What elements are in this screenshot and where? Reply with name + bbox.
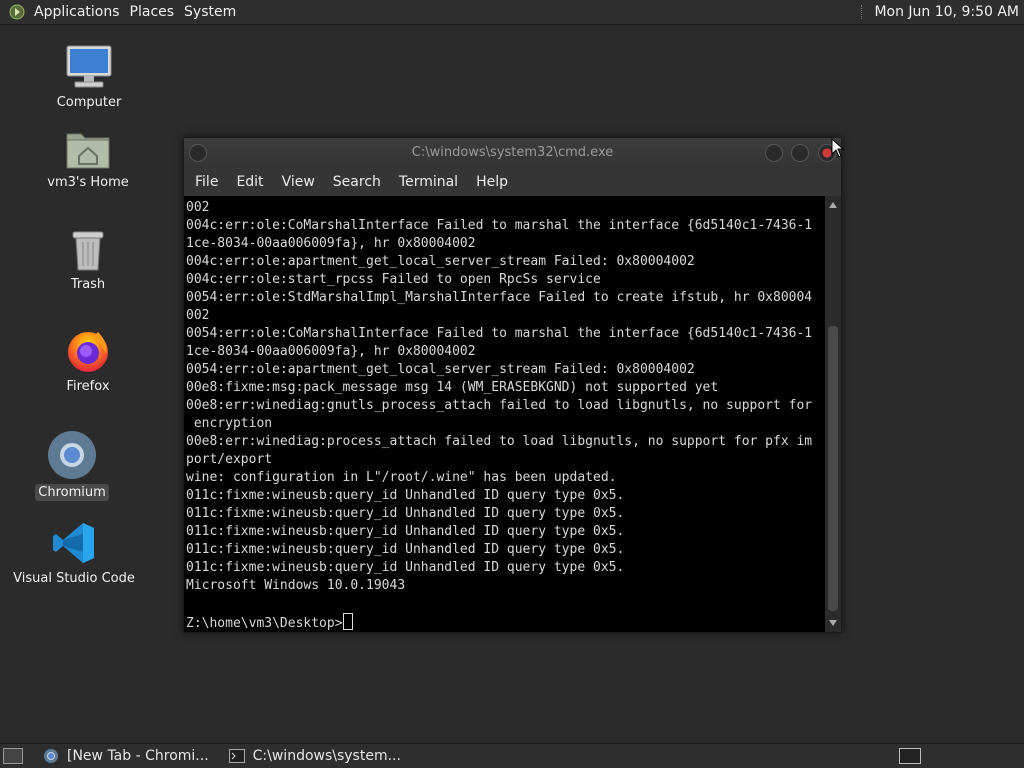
terminal-scrollbar[interactable] — [825, 196, 841, 632]
workspace-switcher[interactable] — [899, 748, 921, 764]
scroll-up-icon[interactable] — [829, 202, 837, 208]
show-desktop-button[interactable] — [3, 748, 23, 764]
window-titlebar[interactable]: C:\windows\system32\cmd.exe — [184, 138, 841, 168]
places-menu[interactable]: Places — [128, 4, 183, 20]
mouse-pointer-icon — [831, 138, 845, 158]
terminal-icon — [228, 748, 245, 764]
terminal-line: 00e8:fixme:msg:pack_message msg 14 (WM_E… — [186, 380, 719, 395]
taskbar-item-terminal[interactable]: C:\windows\system... — [223, 745, 407, 767]
menu-help[interactable]: Help — [467, 174, 517, 190]
desktop-icon-label: Computer — [56, 95, 122, 110]
terminal-line: 004c:err:ole:CoMarshalInterface Failed t… — [186, 218, 813, 233]
menu-search[interactable]: Search — [324, 174, 390, 190]
taskbar-item-label: [New Tab - Chromi... — [67, 748, 209, 764]
desktop-icon-vscode[interactable]: Visual Studio Code — [13, 520, 135, 587]
text-cursor — [342, 613, 353, 630]
terminal-line: 004c:err:ole:apartment_get_local_server_… — [186, 254, 695, 269]
desktop-icon-computer[interactable]: Computer — [54, 44, 124, 111]
terminal-line: encryption — [186, 416, 273, 431]
vscode-icon — [53, 523, 94, 563]
window-title: C:\windows\system32\cmd.exe — [411, 145, 614, 160]
terminal-line: 0054:err:ole:CoMarshalInterface Failed t… — [186, 326, 813, 341]
desktop-icon-label: Trash — [70, 277, 106, 292]
desktop-icon-label: Firefox — [66, 379, 110, 394]
menu-edit[interactable]: Edit — [227, 174, 272, 190]
system-menu[interactable]: System — [182, 4, 244, 20]
desktop-icon-label: Visual Studio Code — [13, 571, 135, 586]
terminal-line: 0054:err:ole:apartment_get_local_server_… — [186, 362, 695, 377]
terminal-prompt[interactable]: Z:\home\vm3\Desktop> — [186, 613, 825, 632]
terminal-line: 011c:fixme:wineusb:query_id Unhandled ID… — [186, 560, 625, 575]
terminal-line: 1ce-8034-00aa006009fa}, hr 0x80004002 — [186, 344, 476, 359]
firefox-icon — [68, 332, 108, 372]
clock[interactable]: Mon Jun 10, 9:50 AM — [874, 4, 1024, 20]
terminal-line: 002 — [186, 308, 210, 323]
taskbar-item-chromium[interactable]: [New Tab - Chromi... — [37, 745, 215, 767]
top-panel: Applications Places System Mon Jun 10, 9… — [0, 0, 1024, 25]
desktop-icon-firefox[interactable]: Firefox — [58, 326, 118, 395]
bottom-taskbar: [New Tab - Chromi... C:\windows\system..… — [0, 743, 1024, 768]
taskbar-item-label: C:\windows\system... — [252, 748, 401, 764]
terminal-line: 0054:err:ole:StdMarshalImpl_MarshalInter… — [186, 290, 813, 305]
terminal-line: 011c:fixme:wineusb:query_id Unhandled ID… — [186, 488, 625, 503]
desktop-icon-trash[interactable]: Trash — [58, 228, 118, 293]
terminal-line: Microsoft Windows 10.0.19043 — [186, 578, 406, 593]
scroll-down-icon[interactable] — [829, 620, 837, 626]
desktop-icon-home[interactable]: vm3's Home — [47, 128, 129, 191]
desktop-icon-chromium[interactable]: Chromium — [35, 430, 109, 501]
terminal-window[interactable]: C:\windows\system32\cmd.exe File Edit Vi… — [183, 137, 842, 633]
menu-file[interactable]: File — [186, 174, 227, 190]
terminal-line: wine: configuration in L"/root/.wine" ha… — [186, 470, 617, 485]
terminal-line: 00e8:err:winediag:gnutls_process_attach … — [186, 398, 813, 413]
terminal-output[interactable]: 002 004c:err:ole:CoMarshalInterface Faile… — [184, 196, 825, 632]
terminal-line: port/export — [186, 452, 273, 467]
window-menubar: File Edit View Search Terminal Help — [184, 168, 841, 196]
terminal-line: 1ce-8034-00aa006009fa}, hr 0x80004002 — [186, 236, 476, 251]
terminal-line: 004c:err:ole:start_rpcss Failed to open … — [186, 272, 601, 287]
minimize-button[interactable] — [765, 144, 783, 162]
trash-icon — [72, 231, 104, 271]
home-folder-icon — [66, 133, 110, 169]
chromium-icon — [48, 431, 96, 479]
menu-view[interactable]: View — [273, 174, 324, 190]
maximize-button[interactable] — [791, 144, 809, 162]
desktop-icon-label: vm3's Home — [47, 175, 129, 190]
menu-logo-icon[interactable] — [8, 3, 26, 21]
scrollbar-thumb[interactable] — [828, 326, 838, 611]
terminal-line: 011c:fixme:wineusb:query_id Unhandled ID… — [186, 506, 625, 521]
menu-terminal[interactable]: Terminal — [390, 174, 467, 190]
chromium-icon — [43, 748, 59, 764]
applications-menu[interactable]: Applications — [32, 4, 128, 20]
terminal-line: 011c:fixme:wineusb:query_id Unhandled ID… — [186, 524, 625, 539]
terminal-line: 00e8:err:winediag:process_attach failed … — [186, 434, 813, 449]
desktop-icon-label: Chromium — [35, 484, 109, 501]
terminal-line: 011c:fixme:wineusb:query_id Unhandled ID… — [186, 542, 625, 557]
terminal-lines: 002 004c:err:ole:CoMarshalInterface Faile… — [184, 196, 825, 632]
panel-grip[interactable] — [861, 5, 866, 19]
terminal-line: 002 — [186, 200, 210, 215]
monitor-icon — [66, 45, 112, 88]
